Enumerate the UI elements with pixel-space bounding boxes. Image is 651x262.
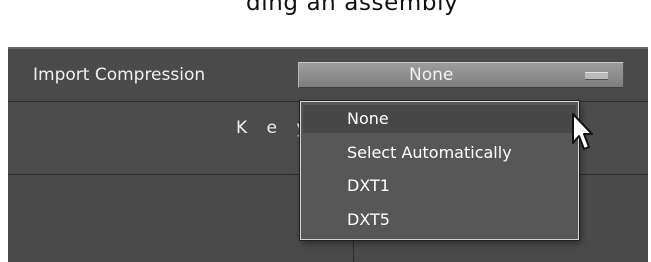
- dropdown-option-none[interactable]: None: [303, 105, 576, 133]
- import-compression-select[interactable]: None: [298, 62, 624, 88]
- document-header-strip: ding an assembly: [0, 0, 651, 47]
- import-compression-label: Import Compression: [33, 65, 206, 85]
- dropdown-option-dxt1[interactable]: DXT1: [303, 172, 576, 200]
- dropdown-handle-icon: [585, 72, 608, 80]
- document-heading-text: ding an assembly: [246, 0, 459, 16]
- import-compression-selected-value: None: [409, 65, 454, 85]
- dropdown-option-select-automatically[interactable]: Select Automatically: [303, 139, 576, 167]
- screenshot-stage: ding an assembly Import Compression None…: [0, 0, 651, 262]
- import-compression-row: Import Compression None: [8, 49, 648, 102]
- dropdown-option-dxt5[interactable]: DXT5: [303, 206, 576, 234]
- mouse-pointer-icon: [572, 113, 593, 150]
- compression-dropdown-menu: None Select Automatically DXT1 DXT5: [300, 101, 579, 240]
